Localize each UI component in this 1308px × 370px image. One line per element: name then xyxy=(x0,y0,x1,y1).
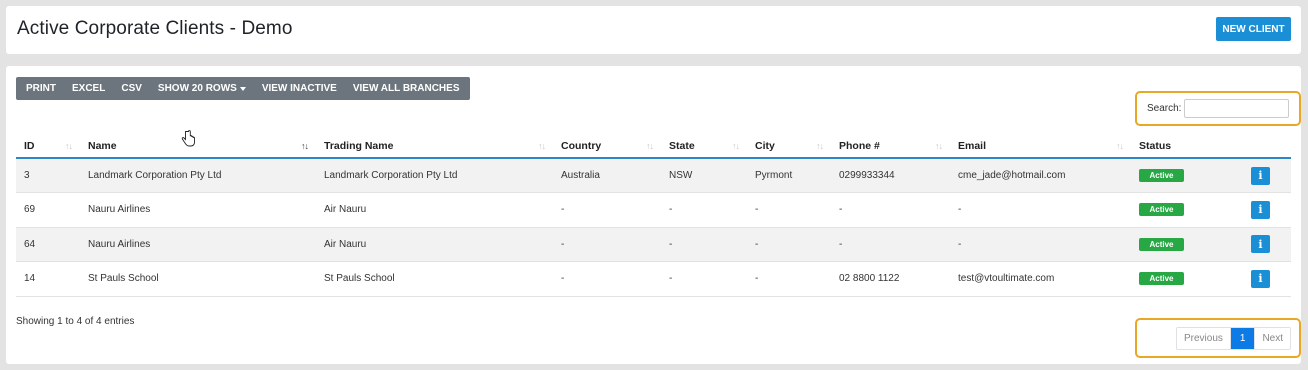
column-header-city[interactable]: City ↑↓ xyxy=(747,134,831,159)
column-header-trading-name[interactable]: Trading Name ↑↓ xyxy=(316,134,553,159)
table-row[interactable]: 14 St Pauls School St Pauls School - - -… xyxy=(16,262,1291,297)
sort-icon: ↑↓ xyxy=(538,141,546,151)
cell-status: Active xyxy=(1131,227,1243,262)
cell-city: Pyrmont xyxy=(755,170,793,181)
cell-actions: i xyxy=(1243,227,1291,262)
cell-name: Landmark Corporation Pty Ltd xyxy=(88,170,222,181)
cell-id: 64 xyxy=(24,238,36,250)
table-row[interactable]: 69 Nauru Airlines Air Nauru - - - - - Ac… xyxy=(16,193,1291,228)
cell-country: - xyxy=(561,204,565,216)
sort-icon: ↑↓ xyxy=(646,141,654,151)
cell-actions: i xyxy=(1243,158,1291,193)
sort-icon: ↑↓ xyxy=(65,141,73,151)
info-icon: i xyxy=(1258,237,1263,251)
column-header-actions xyxy=(1243,134,1291,159)
cell-email: - xyxy=(958,238,962,250)
cell-phone: 0299933344 xyxy=(839,170,895,181)
cell-status: Active xyxy=(1131,158,1243,193)
main-card: PRINT EXCEL CSV SHOW 20 ROWS VIEW INACTI… xyxy=(6,66,1301,364)
cell-trading-name: Air Nauru xyxy=(324,204,367,216)
info-icon: i xyxy=(1258,169,1263,182)
cell-country: Australia xyxy=(561,170,600,181)
search-label: Search: xyxy=(1147,103,1182,114)
column-header-email[interactable]: Email ↑↓ xyxy=(950,134,1131,159)
view-inactive-button[interactable]: VIEW INACTIVE xyxy=(254,77,345,100)
cell-id: 3 xyxy=(24,170,30,181)
cell-city: - xyxy=(755,238,759,250)
cell-email: test@vtoultimate.com xyxy=(958,273,1055,285)
status-badge: Active xyxy=(1139,203,1184,217)
info-button[interactable]: i xyxy=(1251,269,1270,288)
info-icon: i xyxy=(1258,272,1263,286)
previous-page-button[interactable]: Previous xyxy=(1176,327,1230,349)
pagination: Previous 1 Next xyxy=(1175,326,1291,350)
column-header-id[interactable]: ID ↑↓ xyxy=(16,134,80,159)
status-badge: Active xyxy=(1139,272,1184,286)
page-title: Active Corporate Clients - Demo xyxy=(17,18,293,39)
sort-icon: ↑↓ xyxy=(935,141,943,151)
table-toolbar: PRINT EXCEL CSV SHOW 20 ROWS VIEW INACTI… xyxy=(16,77,470,100)
cell-phone: - xyxy=(839,204,843,216)
cell-state: - xyxy=(669,238,673,250)
show-rows-label: SHOW 20 ROWS xyxy=(157,83,237,94)
table-row[interactable]: 3 Landmark Corporation Pty Ltd Landmark … xyxy=(16,158,1291,193)
cell-status: Active xyxy=(1131,262,1243,297)
cell-country: - xyxy=(561,238,565,250)
search-container: Search: xyxy=(1135,91,1301,126)
sort-icon: ↑↓ xyxy=(732,141,740,151)
csv-button[interactable]: CSV xyxy=(113,77,150,100)
info-button[interactable]: i xyxy=(1251,235,1270,254)
cell-actions: i xyxy=(1243,262,1291,297)
cell-trading-name: Air Nauru xyxy=(324,238,367,250)
cell-country: - xyxy=(561,273,565,285)
info-button[interactable]: i xyxy=(1251,166,1270,185)
cell-email: cme_jade@hotmail.com xyxy=(958,170,1066,181)
cell-trading-name: Landmark Corporation Pty Ltd xyxy=(324,170,458,181)
cell-email: - xyxy=(958,204,962,216)
sort-icon: ↑↓ xyxy=(816,141,824,151)
cell-name: Nauru Airlines xyxy=(88,238,151,250)
column-header-phone[interactable]: Phone # ↑↓ xyxy=(831,134,950,159)
info-button[interactable]: i xyxy=(1251,200,1270,219)
view-all-branches-button[interactable]: VIEW ALL BRANCHES xyxy=(345,77,468,100)
column-header-status[interactable]: Status xyxy=(1131,134,1243,159)
cell-city: - xyxy=(755,204,759,216)
status-badge: Active xyxy=(1139,169,1184,182)
cell-actions: i xyxy=(1243,193,1291,228)
excel-button[interactable]: EXCEL xyxy=(64,77,113,100)
search-input[interactable] xyxy=(1184,99,1290,118)
clients-table: ID ↑↓ Name ↑↓ Trading Name ↑↓ Country ↑↓ Sta… xyxy=(16,134,1291,297)
cell-state: NSW xyxy=(669,170,693,181)
cell-trading-name: St Pauls School xyxy=(324,273,395,285)
cell-state: - xyxy=(669,273,673,285)
show-rows-dropdown[interactable]: SHOW 20 ROWS xyxy=(150,77,254,100)
caret-down-icon xyxy=(239,86,246,91)
status-badge: Active xyxy=(1139,237,1184,251)
cell-state: - xyxy=(669,204,673,216)
sort-icon: ↑↓ xyxy=(301,141,309,151)
cell-id: 14 xyxy=(24,273,36,285)
cell-name: Nauru Airlines xyxy=(88,204,151,216)
sort-icon: ↑↓ xyxy=(1116,141,1124,151)
cell-status: Active xyxy=(1131,193,1243,228)
print-button[interactable]: PRINT xyxy=(18,77,64,100)
column-header-state[interactable]: State ↑↓ xyxy=(661,134,747,159)
info-icon: i xyxy=(1258,203,1263,217)
cell-city: - xyxy=(755,273,759,285)
cell-phone: 02 8800 1122 xyxy=(839,273,900,285)
cell-id: 69 xyxy=(24,204,36,216)
table-header-row: ID ↑↓ Name ↑↓ Trading Name ↑↓ Country ↑↓ Sta… xyxy=(16,134,1291,159)
page-1-button[interactable]: 1 xyxy=(1229,327,1255,349)
new-client-button[interactable]: NEW CLIENT xyxy=(1216,17,1291,41)
cell-phone: - xyxy=(839,238,843,250)
cell-name: St Pauls School xyxy=(88,273,159,285)
table-row[interactable]: 64 Nauru Airlines Air Nauru - - - - - Ac… xyxy=(16,227,1291,262)
column-header-name[interactable]: Name ↑↓ xyxy=(80,134,316,159)
pagination-container: Previous 1 Next xyxy=(1135,318,1301,358)
column-header-country[interactable]: Country ↑↓ xyxy=(553,134,661,159)
header-card: Active Corporate Clients - Demo NEW CLIE… xyxy=(6,6,1301,54)
next-page-button[interactable]: Next xyxy=(1254,327,1290,349)
entries-info: Showing 1 to 4 of 4 entries xyxy=(16,316,135,327)
